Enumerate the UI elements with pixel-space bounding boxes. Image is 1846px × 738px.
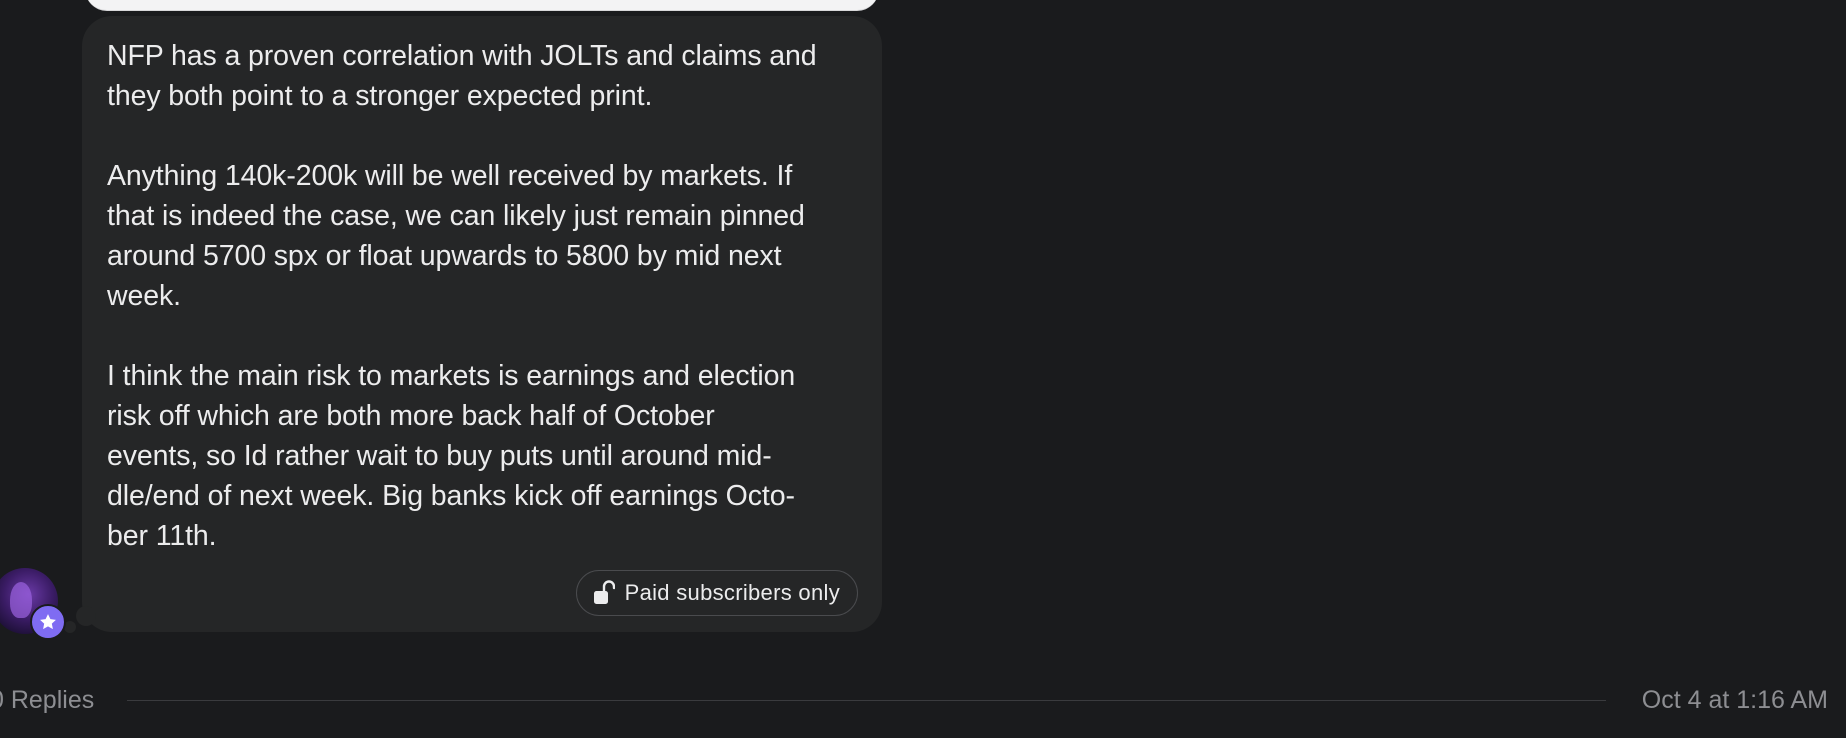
message-paragraph: Anything 140k-200k will be well received… [107, 160, 805, 312]
message-paragraph: NFP has a proven correlation with JOLTs … [107, 40, 817, 112]
message-body: NFP has a proven correlation with JOLTs … [107, 36, 867, 556]
paid-subscribers-badge[interactable]: Paid subscribers only [575, 570, 858, 616]
timestamp: Oct 4 at 1:16 AM [1641, 686, 1828, 714]
divider [127, 700, 1606, 701]
message-footer: 0 Replies Oct 4 at 1:16 AM [0, 680, 1846, 720]
message-bubble: NFP has a proven correlation with JOLTs … [82, 16, 882, 632]
message-paragraph: I think the main risk to markets is earn… [107, 360, 796, 552]
unlock-icon [593, 580, 615, 606]
replies-link[interactable]: 0 Replies [0, 680, 94, 720]
bubble-tail [76, 606, 96, 626]
paid-subscribers-label: Paid subscribers only [624, 580, 840, 605]
star-icon [30, 604, 66, 640]
previous-message-bubble [85, 0, 879, 11]
